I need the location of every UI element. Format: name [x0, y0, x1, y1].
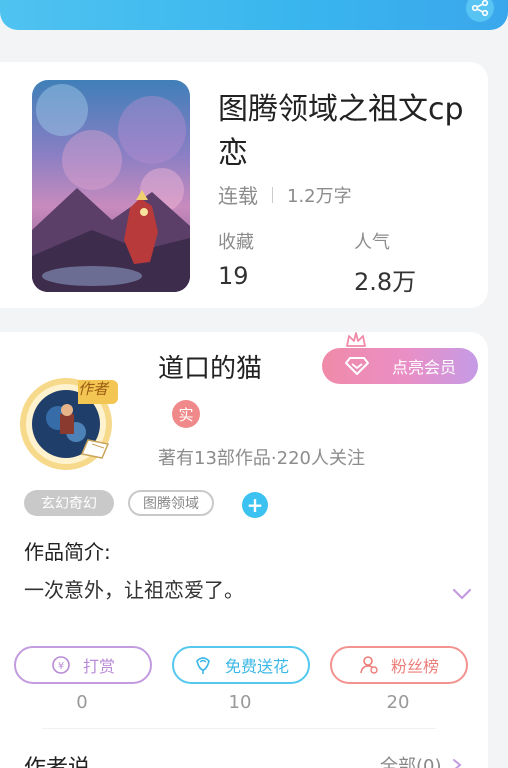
book-word-count: 1.2万字: [287, 185, 352, 207]
plus-icon: +: [246, 493, 264, 517]
svg-text:¥: ¥: [58, 661, 64, 672]
tag-category[interactable]: 图腾领域: [128, 490, 214, 516]
flower-count: 10: [228, 692, 252, 713]
view-all-label: 全部(0): [380, 756, 442, 768]
favorites-value: 19: [218, 262, 249, 290]
diamond-icon: [345, 357, 369, 375]
send-flower-label: 免费送花: [224, 657, 289, 676]
book-info-card: 图腾领域之祖文cp恋 连载 1.2万字 收藏 19 人气 2.8万: [0, 62, 488, 308]
share-button[interactable]: [466, 0, 494, 22]
section-divider: [42, 728, 436, 729]
top-header-bar: [0, 0, 508, 30]
user-icon: [360, 656, 378, 674]
author-stats: 著有13部作品·220人关注: [158, 448, 365, 469]
popularity-value: 2.8万: [354, 268, 417, 296]
author-says-view-all[interactable]: 全部(0): [380, 752, 463, 768]
book-title: 图腾领域之祖文cp恋: [218, 92, 464, 171]
tip-count: 0: [76, 692, 88, 713]
author-says-title: 作者说: [24, 750, 90, 768]
popularity-label: 人气: [354, 232, 390, 253]
fans-ranking-label: 粉丝榜: [390, 657, 439, 676]
intro-text: 一次意外，让祖恋爱了。: [24, 578, 244, 602]
meta-divider: [272, 186, 273, 203]
vip-button-label: 点亮会员: [391, 358, 456, 377]
chevron-down-icon[interactable]: [452, 588, 472, 600]
author-info-card: 作者 道口的猫 实 著有13部作品·220人关注 点亮会员 玄幻奇幻 图腾领域 …: [0, 332, 488, 768]
book-cover-image[interactable]: [32, 80, 190, 292]
author-role-badge: 作者: [78, 380, 109, 398]
book-status: 连载: [218, 184, 258, 208]
send-flower-button[interactable]: 免费送花: [172, 646, 310, 684]
activate-vip-button[interactable]: 点亮会员: [322, 348, 478, 384]
fans-ranking-button[interactable]: 粉丝榜: [330, 646, 468, 684]
author-name[interactable]: 道口的猫: [158, 348, 262, 385]
crown-icon: [346, 332, 366, 347]
fans-count: 20: [386, 692, 410, 713]
tip-label: 打赏: [82, 657, 115, 676]
author-avatar[interactable]: 作者: [16, 370, 120, 474]
tip-button[interactable]: ¥ 打赏: [14, 646, 152, 684]
coin-icon: ¥: [52, 656, 70, 674]
chevron-right-icon: [453, 759, 462, 768]
book-meta: 连载 1.2万字: [218, 180, 352, 209]
add-tag-button[interactable]: +: [242, 492, 268, 518]
flower-icon: [196, 657, 210, 674]
share-icon: [471, 0, 489, 17]
favorites-label: 收藏: [218, 232, 254, 253]
tag-genre[interactable]: 玄幻奇幻: [24, 490, 114, 516]
real-name-verified-badge: 实: [172, 400, 200, 428]
intro-label: 作品简介:: [24, 540, 111, 564]
